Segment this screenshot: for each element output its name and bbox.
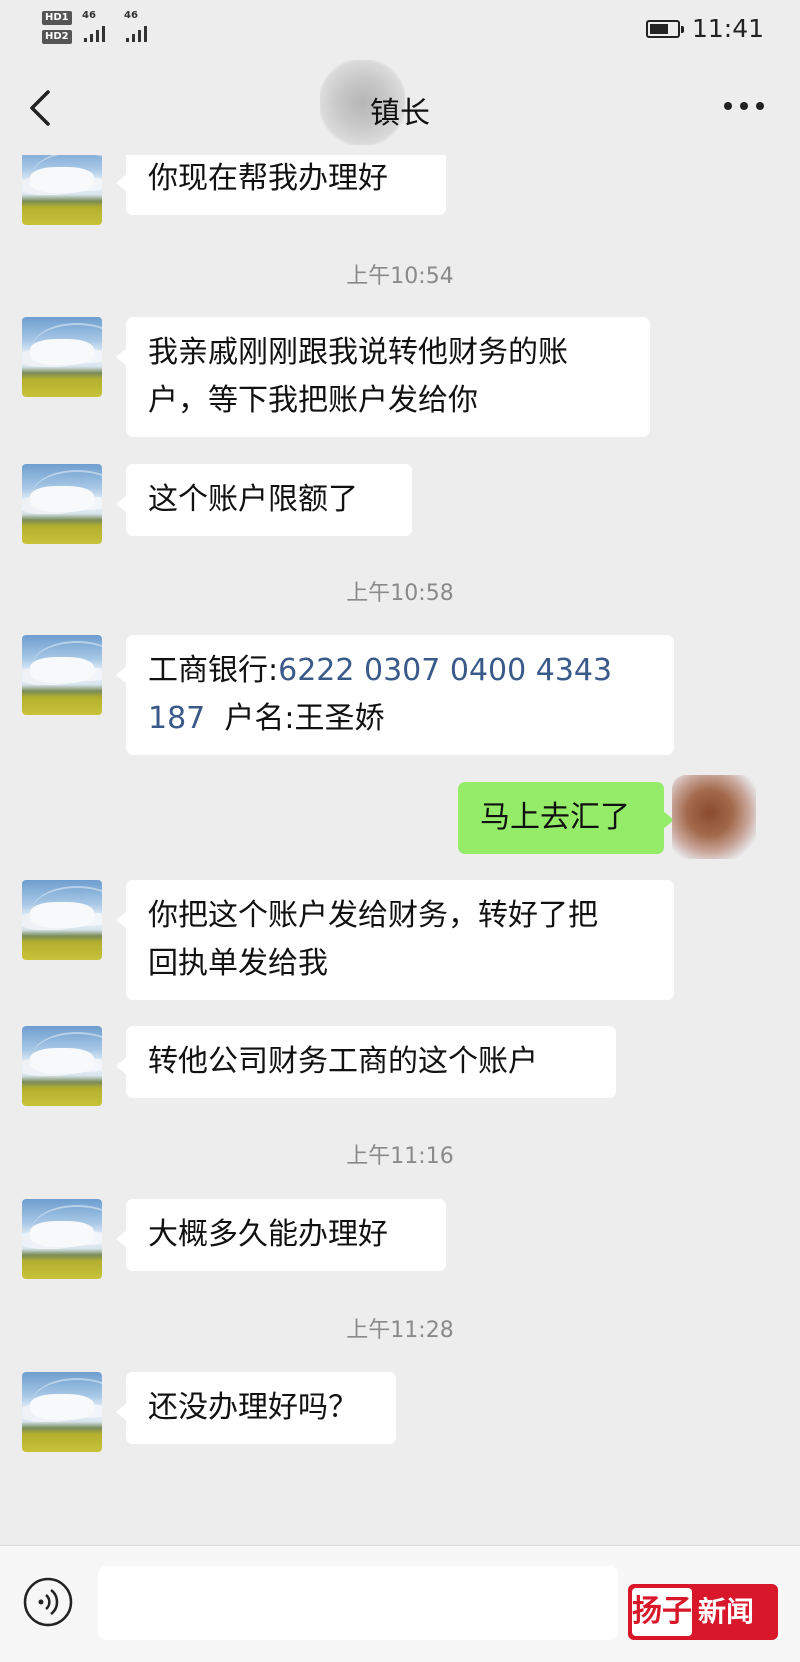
self-avatar[interactable] [672,775,756,859]
sent-message-bubble[interactable]: 马上去汇了 [458,782,674,854]
message-bubble[interactable]: 转他公司财务工商的这个账户 [116,1026,616,1098]
battery-icon [646,20,684,38]
account-number-link[interactable]: 6222 0307 0400 4343 [278,653,612,688]
voice-icon [23,1577,73,1627]
signal-label: 46 [82,10,96,21]
message-timestamp: 上午10:58 [346,581,454,606]
news-watermark: 扬子 新闻 [628,1584,778,1640]
message-text: 你现在帮我办理好 [148,161,388,196]
status-bar: HD1 HD2 46 46 11:41 [0,0,800,60]
contact-avatar[interactable] [22,155,102,225]
watermark-text: 新闻 [698,1595,755,1628]
message-text-line: 户，等下我把账户发给你 [148,383,478,418]
message-timestamp: 上午10:54 [346,264,454,289]
contact-avatar[interactable] [22,317,102,397]
watermark-logo: 扬子 [632,1588,692,1636]
input-bar: 扬子 新闻 [0,1545,800,1662]
ellipsis-icon [724,102,764,110]
message-timestamp: 上午11:28 [346,1318,454,1343]
message-timestamp: 上午11:16 [346,1144,454,1169]
account-name: 户名:王圣娇 [224,701,385,736]
contact-avatar[interactable] [22,880,102,960]
bank-label: 工商银行: [148,653,279,688]
contact-avatar[interactable] [22,464,102,544]
contact-avatar[interactable] [22,635,102,715]
contact-avatar[interactable] [22,1199,102,1279]
message-text-line: 回执单发给我 [148,946,328,981]
message-bubble[interactable]: 大概多久能办理好 [116,1199,446,1271]
contact-avatar[interactable] [22,1372,102,1452]
message-text-line: 你把这个账户发给财务，转好了把 [148,898,598,933]
voice-button[interactable] [22,1576,74,1628]
message-bubble[interactable]: 你现在帮我办理好 [116,155,446,215]
hd2-badge: HD2 [42,30,72,44]
message-text: 马上去汇了 [480,800,630,835]
message-bubble[interactable]: 我亲戚刚刚跟我说转他财务的账 户，等下我把账户发给你 [116,317,650,437]
chat-header: 镇长 [0,60,800,155]
message-text: 还没办理好吗？ [148,1390,358,1425]
message-bubble[interactable]: 还没办理好吗？ [116,1372,396,1444]
chat-message-list[interactable]: 你现在帮我办理好 上午10:54 我亲戚刚刚跟我说转他财务的账 户，等下我把账户… [0,155,800,1545]
chat-title: 镇长 [370,96,430,131]
message-bubble[interactable]: 这个账户限额了 [116,464,412,536]
hd1-badge: HD1 [42,11,72,25]
message-text: 这个账户限额了 [148,482,358,517]
message-input[interactable] [98,1566,618,1640]
signal-label: 46 [124,10,138,21]
battery-fill [650,24,668,34]
account-number-link[interactable]: 187 [148,701,205,736]
message-bubble[interactable]: 工商银行:6222 0307 0400 4343 187 户名:王圣娇 [116,635,674,755]
contact-avatar[interactable] [22,1026,102,1106]
message-bubble[interactable]: 你把这个账户发给财务，转好了把 回执单发给我 [116,880,674,1000]
network-badges: HD1 HD2 [42,10,72,48]
message-text-line: 我亲戚刚刚跟我说转他财务的账 [148,335,568,370]
message-text: 转他公司财务工商的这个账户 [148,1044,538,1079]
message-text: 大概多久能办理好 [148,1217,388,1252]
status-time: 11:41 [692,14,765,43]
more-button[interactable] [722,94,766,118]
